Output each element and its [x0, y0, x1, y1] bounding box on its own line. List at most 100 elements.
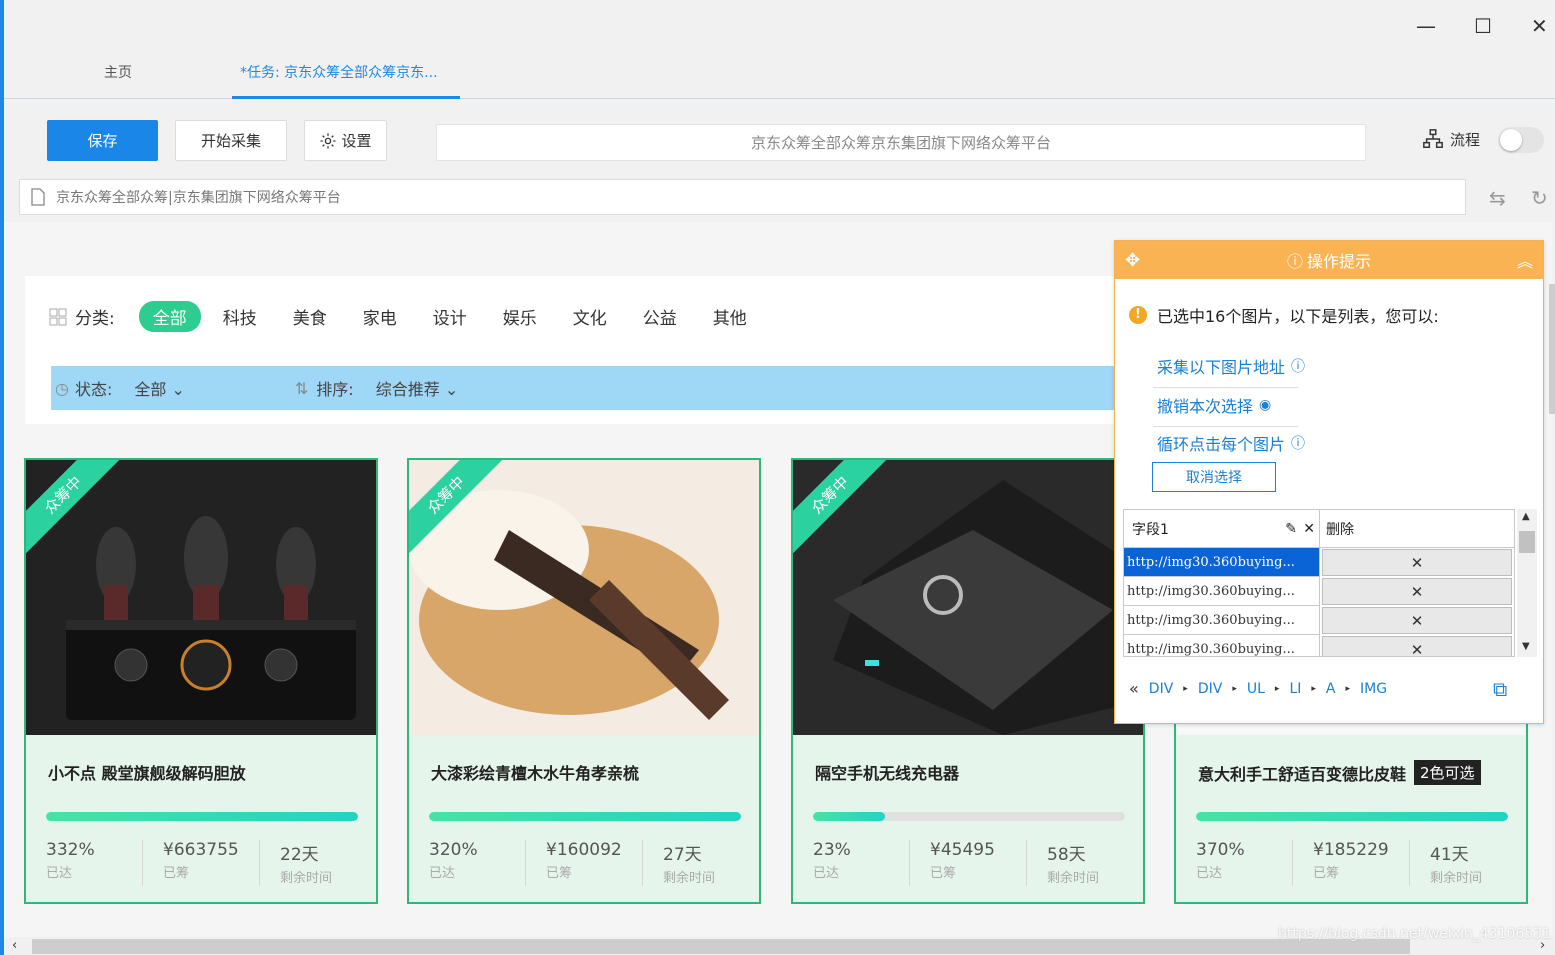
url-cell[interactable]: http://img30.360buying... [1124, 606, 1320, 635]
start-collect-button[interactable]: 开始采集 [175, 120, 287, 161]
delete-row-button[interactable]: ✕ [1322, 636, 1512, 656]
chevron-right-icon: ▸ [1183, 683, 1188, 694]
crumb-ul[interactable]: UL [1247, 681, 1265, 697]
close-icon[interactable]: ✕ [1303, 521, 1315, 537]
product-name-text: 隔空手机无线充电器 [815, 764, 960, 783]
table-row[interactable]: http://img30.360buying... ✕ [1124, 548, 1514, 577]
sort-dropdown[interactable]: 综合推荐 ⌄ [376, 376, 459, 400]
crumb-div[interactable]: DIV [1198, 681, 1223, 697]
collect-image-urls-link[interactable]: 采集以下图片地址 ⓘ [1157, 354, 1305, 378]
product-name[interactable]: 意大利手工舒适百变德比皮鞋 2色可选 [1198, 760, 1481, 785]
category-charity[interactable]: 公益 [643, 304, 677, 329]
field-header-label: 字段1 [1132, 521, 1169, 538]
flow-toggle[interactable] [1498, 127, 1544, 153]
address-bar[interactable]: 京东众筹全部众筹|京东集团旗下网络众筹平台 [19, 179, 1466, 215]
scroll-left-icon[interactable]: ‹ [12, 938, 17, 953]
vertical-scrollbar-thumb[interactable] [1549, 284, 1555, 414]
delete-row-button[interactable]: ✕ [1322, 549, 1512, 576]
scroll-thumb[interactable] [1519, 531, 1535, 553]
status-value: 全部 [134, 380, 167, 399]
chevron-right-icon: ▸ [1311, 683, 1316, 694]
delete-row-button[interactable]: ✕ [1322, 578, 1512, 605]
category-other[interactable]: 其他 [713, 304, 747, 329]
category-culture[interactable]: 文化 [573, 304, 607, 329]
settings-label: 设置 [341, 132, 372, 150]
refresh-icon[interactable]: ↻ [1531, 186, 1548, 210]
tab-task[interactable]: *任务: 京东众筹全部众筹京东... [240, 62, 438, 82]
days-value: 58天 [1047, 845, 1086, 865]
delete-row-button[interactable]: ✕ [1322, 607, 1512, 634]
settings-button[interactable]: 设置 [304, 120, 387, 161]
table-row[interactable]: http://img30.360buying... ✕ [1124, 577, 1514, 606]
progress-fill [813, 812, 885, 821]
maximize-button[interactable]: ☐ [1474, 14, 1492, 38]
back-icon[interactable]: « [1129, 679, 1139, 698]
field-column-header[interactable]: 字段1 ✎ ✕ [1124, 510, 1320, 547]
category-design[interactable]: 设计 [433, 304, 467, 329]
app-window: — ☐ ✕ 主页 *任务: 京东众筹全部众筹京东... 保存 开始采集 设置 京… [0, 0, 1555, 955]
category-tech[interactable]: 科技 [223, 304, 257, 329]
crumb-li[interactable]: LI [1289, 681, 1301, 697]
edit-icon[interactable]: ✎ [1285, 521, 1297, 537]
crumb-a[interactable]: A [1326, 681, 1336, 697]
swap-icon[interactable]: ⇆ [1489, 186, 1506, 210]
collapse-icon[interactable]: ︽ [1517, 248, 1533, 272]
category-all[interactable]: 全部 [138, 301, 201, 332]
crumb-img[interactable]: IMG [1360, 681, 1387, 697]
grid-scrollbar[interactable]: ▲ ▼ [1517, 509, 1537, 657]
help-icon[interactable]: ◉ [1259, 397, 1271, 413]
help-icon[interactable]: ⓘ [1291, 433, 1305, 453]
category-food[interactable]: 美食 [293, 304, 327, 329]
gear-icon [320, 133, 336, 148]
product-name[interactable]: 小不点 殿堂旗舰级解码胆放 [48, 760, 246, 784]
progress-fill [429, 812, 741, 821]
product-name-text: 意大利手工舒适百变德比皮鞋 [1198, 764, 1407, 784]
days-value: 41天 [1430, 845, 1469, 865]
flowchart-icon [1423, 129, 1443, 148]
page-title-field[interactable]: 京东众筹全部众筹京东集团旗下网络众筹平台 [436, 124, 1366, 161]
chevron-right-icon: ▸ [1274, 683, 1280, 694]
filter-panel: 分类: 全部 科技 美食 家电 设计 娱乐 文化 公益 其他 ◷ 状态: 全部 … [25, 276, 1125, 424]
tab-home[interactable]: 主页 [104, 62, 132, 82]
scroll-up-icon[interactable]: ▲ [1522, 511, 1530, 522]
element-path-breadcrumb: « DIV ▸ DIV ▸ UL ▸ LI ▸ A ▸ IMG [1129, 679, 1387, 698]
loop-click-images-link[interactable]: 循环点击每个图片 ⓘ [1157, 431, 1305, 455]
url-cell[interactable]: http://img30.360buying... [1124, 635, 1320, 656]
product-image[interactable]: 众筹中 [409, 460, 759, 735]
product-stats: 320% 已达 ¥160092 已筹 27天 剩余时间 [409, 840, 759, 886]
flow-toggle-label[interactable]: 流程 [1422, 128, 1480, 150]
category-entertainment[interactable]: 娱乐 [503, 304, 537, 329]
cancel-selection-button[interactable]: 取消选择 [1152, 462, 1276, 492]
minimize-button[interactable]: — [1416, 14, 1436, 38]
move-icon[interactable]: ✥ [1125, 250, 1140, 271]
panel-header[interactable]: ✥ ⓘ 操作提示 ︽ [1115, 241, 1543, 279]
save-button[interactable]: 保存 [47, 120, 158, 161]
url-cell[interactable]: http://img30.360buying... [1124, 548, 1320, 577]
chevron-right-icon: ▸ [1345, 683, 1351, 694]
table-row[interactable]: http://img30.360buying... ✕ [1124, 606, 1514, 635]
product-name[interactable]: 大漆彩绘青檀木水牛角孝亲梳 [431, 760, 639, 784]
product-card[interactable]: 众筹中 大漆彩绘青檀木水牛角孝亲梳 320% 已达 ¥160092 已筹 27天 剩余… [407, 458, 761, 904]
field-data-grid: 字段1 ✎ ✕ 删除 http://img30.360buying... ✕ ht… [1123, 509, 1515, 657]
delete-column-header: 删除 [1320, 510, 1514, 547]
product-name[interactable]: 隔空手机无线充电器 [815, 760, 959, 784]
clock-icon: ◷ [55, 378, 69, 398]
close-button[interactable]: ✕ [1531, 14, 1548, 38]
product-image[interactable]: 众筹中 [26, 460, 376, 735]
undo-selection-link[interactable]: 撤销本次选择 ◉ [1157, 393, 1271, 417]
table-row[interactable]: http://img30.360buying... ✕ [1124, 635, 1514, 656]
product-card[interactable]: 众筹中 小不点 殿堂旗舰级解码胆放 332% 已达 ¥663755 已筹 22天 剩余… [24, 458, 378, 904]
status-sort-row: ◷ 状态: 全部 ⌄ ⇅ 排序: 综合推荐 ⌄ [51, 366, 1125, 410]
external-link-icon[interactable]: ⧉ [1493, 677, 1507, 701]
url-cell[interactable]: http://img30.360buying... [1124, 577, 1320, 606]
category-appliance[interactable]: 家电 [363, 304, 397, 329]
toggle-knob [1500, 129, 1522, 151]
help-icon[interactable]: ⓘ [1291, 356, 1305, 376]
horizontal-scrollbar-thumb[interactable] [32, 939, 1410, 954]
crumb-div[interactable]: DIV [1149, 681, 1174, 697]
amount-label: 已筹 [930, 866, 957, 881]
product-image[interactable]: 众筹中 [793, 460, 1143, 735]
status-dropdown[interactable]: 全部 ⌄ [134, 376, 185, 400]
scroll-down-icon[interactable]: ▼ [1522, 641, 1530, 652]
product-card[interactable]: 众筹中 隔空手机无线充电器 23% 已达 ¥45495 已筹 58天 剩余时间 [791, 458, 1145, 904]
